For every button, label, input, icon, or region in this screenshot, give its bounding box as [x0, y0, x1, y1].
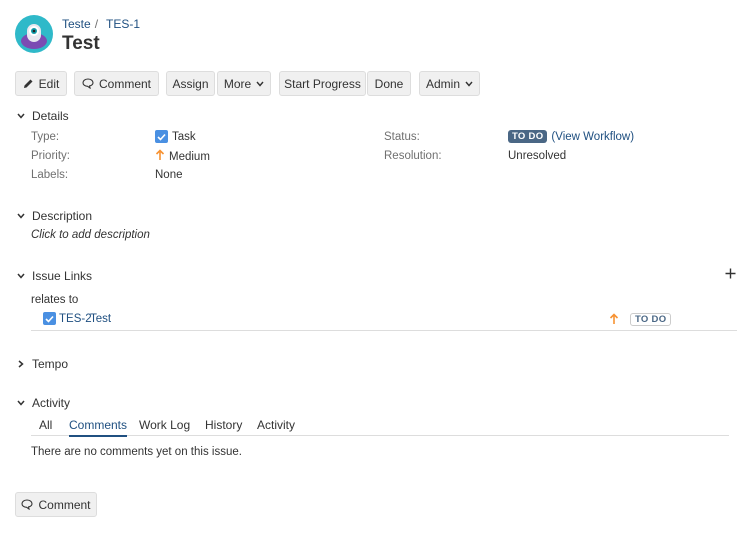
type-label: Type:: [31, 131, 60, 143]
issue-title[interactable]: Test: [62, 33, 100, 55]
admin-button[interactable]: Admin: [419, 71, 480, 96]
task-icon: [155, 130, 168, 143]
status-lozenge: TO DO: [508, 130, 548, 143]
type-text: Task: [172, 130, 196, 143]
link-relation-label: relates to: [31, 294, 79, 306]
linked-issue-summary[interactable]: Test: [90, 313, 111, 325]
labels-label: Labels:: [31, 169, 69, 181]
plus-icon[interactable]: [725, 268, 736, 279]
description-heading: Description: [32, 209, 93, 223]
details-section-toggle[interactable]: Details: [16, 109, 69, 123]
done-label: Done: [374, 76, 404, 91]
breadcrumb-separator: /: [94, 17, 99, 31]
status-label: Status:: [384, 131, 420, 143]
linked-issue-status: TO DO: [630, 313, 672, 326]
edit-button[interactable]: Edit: [15, 71, 67, 96]
tab-activity[interactable]: Activity: [257, 418, 295, 432]
comment-icon: [82, 78, 94, 89]
priority-value: Medium: [155, 149, 210, 164]
tab-history[interactable]: History: [205, 418, 242, 432]
breadcrumb: Teste / TES-1: [62, 17, 140, 31]
chevron-down-icon: [16, 272, 25, 281]
assign-label: Assign: [172, 76, 209, 91]
chevron-down-icon: [465, 81, 473, 87]
view-workflow-link[interactable]: (View Workflow): [551, 131, 634, 143]
chevron-right-icon: [16, 360, 25, 369]
pencil-icon: [23, 78, 34, 89]
done-button[interactable]: Done: [367, 71, 411, 96]
tab-work-log[interactable]: Work Log: [139, 418, 190, 432]
chevron-down-icon: [16, 212, 25, 221]
task-icon: [43, 312, 56, 325]
more-button[interactable]: More: [217, 71, 271, 96]
arrow-up-icon: [609, 313, 619, 328]
resolution-value: Unresolved: [508, 150, 567, 162]
chevron-down-icon: [16, 112, 25, 121]
description-section-toggle[interactable]: Description: [16, 209, 92, 223]
type-value: Task: [155, 130, 196, 143]
footer-comment-label: Comment: [38, 497, 91, 512]
tab-comments[interactable]: Comments: [69, 418, 128, 437]
labels-value[interactable]: None: [155, 169, 183, 181]
start-progress-label: Start Progress: [284, 76, 361, 91]
resolution-label: Resolution:: [384, 150, 442, 162]
priority-label: Priority:: [31, 150, 70, 162]
issue-links-heading: Issue Links: [32, 269, 93, 283]
tempo-heading: Tempo: [32, 357, 69, 371]
project-avatar[interactable]: [15, 15, 53, 53]
comment-label: Comment: [98, 76, 151, 91]
linked-issue-row: TES-2 Test TO DO: [31, 311, 737, 331]
status-value: TO DO (View Workflow): [508, 130, 634, 143]
tabs-divider: [31, 435, 729, 436]
description-placeholder[interactable]: Click to add description: [31, 229, 150, 241]
details-heading: Details: [32, 109, 69, 123]
no-comments-message: There are no comments yet on this issue.: [31, 446, 242, 458]
more-label: More: [223, 76, 252, 91]
activity-heading: Activity: [32, 396, 71, 410]
breadcrumb-project[interactable]: Teste: [62, 17, 91, 31]
comment-button[interactable]: Comment: [74, 71, 159, 96]
assign-button[interactable]: Assign: [166, 71, 215, 96]
tempo-section-toggle[interactable]: Tempo: [16, 357, 68, 371]
footer-comment-button[interactable]: Comment: [15, 492, 97, 517]
chevron-down-icon: [256, 81, 264, 87]
arrow-up-icon: [155, 149, 165, 164]
activity-section-toggle[interactable]: Activity: [16, 396, 70, 410]
priority-text: Medium: [169, 150, 210, 163]
breadcrumb-issue-key[interactable]: TES-1: [106, 17, 140, 31]
comment-icon: [21, 499, 34, 510]
tab-all[interactable]: All: [39, 418, 52, 432]
start-progress-button[interactable]: Start Progress: [279, 71, 366, 96]
edit-label: Edit: [38, 76, 60, 91]
chevron-down-icon: [16, 399, 25, 408]
admin-label: Admin: [425, 76, 460, 91]
linked-issue-key[interactable]: TES-2: [59, 313, 92, 325]
issue-links-section-toggle[interactable]: Issue Links: [16, 269, 92, 283]
